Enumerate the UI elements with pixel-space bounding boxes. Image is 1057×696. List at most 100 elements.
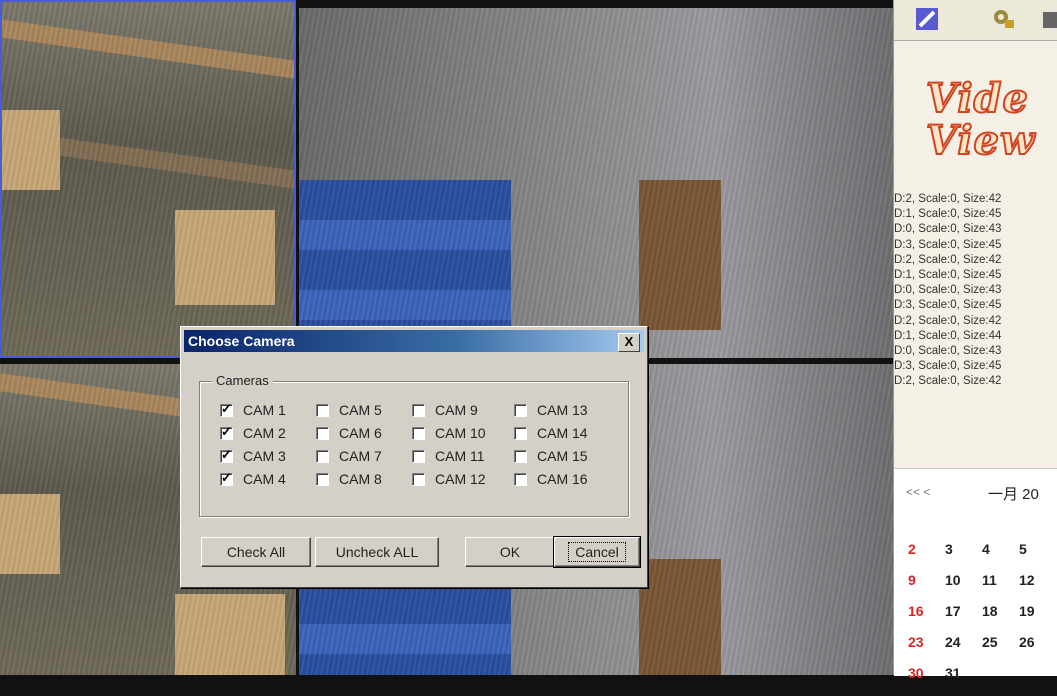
camera-checkbox[interactable] <box>220 447 233 463</box>
calendar-month-label: 一月 20 <box>988 486 1039 503</box>
camera-option-5[interactable]: CAM 5 <box>316 402 382 418</box>
log-line: D:0, Scale:0, Size:43 <box>894 345 1002 358</box>
camera-label: CAM 4 <box>243 471 286 487</box>
calendar-day[interactable]: 30 <box>908 665 945 696</box>
camera-label: CAM 12 <box>435 471 486 487</box>
calendar-week: 30 31 <box>908 665 1056 696</box>
stream-log: D:2, Scale:0, Size:42 D:1, Scale:0, Size:… <box>894 192 1057 390</box>
camera-checkbox[interactable] <box>316 426 329 440</box>
camera-checkbox[interactable] <box>220 401 233 417</box>
toolbar <box>894 0 1057 41</box>
calendar-day[interactable]: 4 <box>982 541 1019 572</box>
app-logo: Vide View <box>925 75 1036 164</box>
cancel-label: Cancel <box>568 542 626 562</box>
log-line: D:3, Scale:0, Size:45 <box>894 238 1002 251</box>
camera-checkbox[interactable] <box>412 472 425 486</box>
camera-option-10[interactable]: CAM 10 <box>412 425 486 441</box>
uncheck-all-button[interactable]: Uncheck ALL <box>315 537 439 567</box>
camera-option-9[interactable]: CAM 9 <box>412 402 478 418</box>
calendar-day[interactable]: 16 <box>908 603 945 634</box>
calendar-day[interactable]: 17 <box>945 603 982 634</box>
camera-checkbox[interactable] <box>220 424 233 440</box>
camera-label: CAM 13 <box>537 402 588 418</box>
camera-checkbox[interactable] <box>514 449 527 463</box>
camera-option-3[interactable]: CAM 3 <box>220 447 286 464</box>
log-line: D:0, Scale:0, Size:43 <box>894 223 1002 236</box>
calendar-day[interactable]: 3 <box>945 541 982 572</box>
log-line: D:2, Scale:0, Size:42 <box>894 375 1002 388</box>
calendar-day[interactable]: 10 <box>945 572 982 603</box>
camera-label: CAM 5 <box>339 402 382 418</box>
dialog-titlebar[interactable]: Choose Camera X <box>184 330 644 352</box>
camera-label: CAM 8 <box>339 471 382 487</box>
ok-button[interactable]: OK <box>465 537 555 567</box>
camera-settings-icon[interactable] <box>988 4 1018 34</box>
camera-label: CAM 7 <box>339 448 382 464</box>
calendar-day[interactable]: 26 <box>1019 634 1056 665</box>
calendar-week: 16 17 18 19 <box>908 603 1056 634</box>
video-feed-cam-2[interactable] <box>299 8 893 358</box>
camera-label: CAM 14 <box>537 425 588 441</box>
camera-checkbox[interactable] <box>514 426 527 440</box>
camera-checkbox[interactable] <box>316 403 329 417</box>
ok-label: OK <box>499 544 521 560</box>
camera-label: CAM 16 <box>537 471 588 487</box>
calendar-day[interactable]: 18 <box>982 603 1019 634</box>
camera-option-4[interactable]: CAM 4 <box>220 470 286 487</box>
calendar-day[interactable]: 19 <box>1019 603 1056 634</box>
cancel-button[interactable]: Cancel <box>553 536 641 568</box>
calendar-day[interactable]: 5 <box>1019 541 1056 572</box>
camera-option-16[interactable]: CAM 16 <box>514 471 588 487</box>
camera-option-2[interactable]: CAM 2 <box>220 424 286 441</box>
camera-checkbox[interactable] <box>316 449 329 463</box>
camera-checkbox[interactable] <box>412 426 425 440</box>
camera-option-8[interactable]: CAM 8 <box>316 471 382 487</box>
calendar-day[interactable]: 24 <box>945 634 982 665</box>
camera-label: CAM 6 <box>339 425 382 441</box>
camera-option-15[interactable]: CAM 15 <box>514 448 588 464</box>
camera-checkbox[interactable] <box>514 472 527 486</box>
camera-option-12[interactable]: CAM 12 <box>412 471 486 487</box>
calendar-days: 2 3 4 5 9 10 11 12 16 17 18 19 23 24 25 26 30 31 <box>908 541 1056 696</box>
camera-option-13[interactable]: CAM 13 <box>514 402 588 418</box>
calendar: << < 一月 20 2 3 4 5 9 10 11 12 16 17 18 19 23 24 25 26 30… <box>894 468 1057 681</box>
feed-noise <box>0 0 296 358</box>
camera-option-11[interactable]: CAM 11 <box>412 448 485 464</box>
check-all-button[interactable]: Check All <box>201 537 311 567</box>
camera-option-14[interactable]: CAM 14 <box>514 425 588 441</box>
calendar-day[interactable]: 2 <box>908 541 945 572</box>
log-line: D:3, Scale:0, Size:45 <box>894 360 1002 373</box>
calendar-day[interactable]: 31 <box>945 665 982 696</box>
edit-icon[interactable] <box>912 4 942 34</box>
calendar-day[interactable]: 12 <box>1019 572 1056 603</box>
log-line: D:2, Scale:0, Size:42 <box>894 253 1002 266</box>
camera-label: CAM 11 <box>435 448 485 464</box>
toolbar-icon[interactable] <box>1034 4 1057 34</box>
calendar-day[interactable]: 9 <box>908 572 945 603</box>
log-line: D:0, Scale:0, Size:43 <box>894 284 1002 297</box>
video-feed-cam-1[interactable] <box>0 0 296 358</box>
camera-label: CAM 10 <box>435 425 486 441</box>
camera-checkbox[interactable] <box>220 470 233 486</box>
calendar-day[interactable]: 25 <box>982 634 1019 665</box>
camera-option-7[interactable]: CAM 7 <box>316 448 382 464</box>
camera-checkbox[interactable] <box>514 403 527 417</box>
choose-camera-dialog: Choose Camera X Cameras CAM 1CAM 2CAM 3C… <box>180 326 648 588</box>
camera-label: CAM 9 <box>435 402 478 418</box>
log-line: D:3, Scale:0, Size:45 <box>894 299 1002 312</box>
camera-option-1[interactable]: CAM 1 <box>220 401 286 418</box>
camera-checkbox[interactable] <box>412 449 425 463</box>
calendar-prev-nav[interactable]: << < <box>906 485 930 499</box>
log-line: D:1, Scale:0, Size:45 <box>894 208 1002 221</box>
calendar-week: 23 24 25 26 <box>908 634 1056 665</box>
camera-label: CAM 1 <box>243 402 286 418</box>
camera-checkbox[interactable] <box>412 403 425 417</box>
log-line: D:2, Scale:0, Size:42 <box>894 193 1002 205</box>
camera-label: CAM 2 <box>243 425 286 441</box>
close-button[interactable]: X <box>618 333 640 352</box>
camera-option-6[interactable]: CAM 6 <box>316 425 382 441</box>
calendar-day[interactable]: 11 <box>982 572 1019 603</box>
calendar-day[interactable]: 23 <box>908 634 945 665</box>
camera-checkbox[interactable] <box>316 472 329 486</box>
camera-label: CAM 3 <box>243 448 286 464</box>
